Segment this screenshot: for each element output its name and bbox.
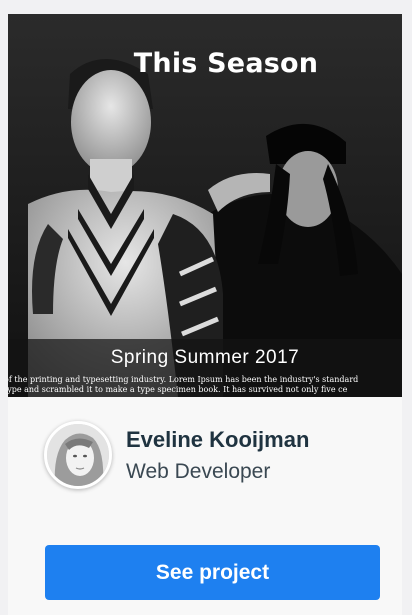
profile-role: Web Developer [126, 460, 271, 483]
avatar [44, 421, 112, 489]
profile-name: Eveline Kooijman [126, 427, 310, 452]
banner-title: This Season [133, 48, 319, 79]
see-project-button[interactable]: See project [45, 545, 380, 600]
caption-text-line-1: of the printing and typesetting industry… [8, 375, 359, 384]
caption-title: Spring Summer 2017 [110, 347, 300, 368]
caption-strip: Spring Summer 2017 of the printing and t… [8, 339, 402, 397]
profile-section: Eveline Kooijman Web Developer See proje… [8, 397, 402, 615]
profile-card: This Season Spring Summer 2017 of the pr… [8, 14, 402, 615]
banner-image: This Season Spring Summer 2017 of the pr… [8, 14, 402, 397]
caption-text-line-2: type and scrambled it to make a type spe… [8, 385, 348, 394]
avatar-photo [47, 424, 109, 486]
